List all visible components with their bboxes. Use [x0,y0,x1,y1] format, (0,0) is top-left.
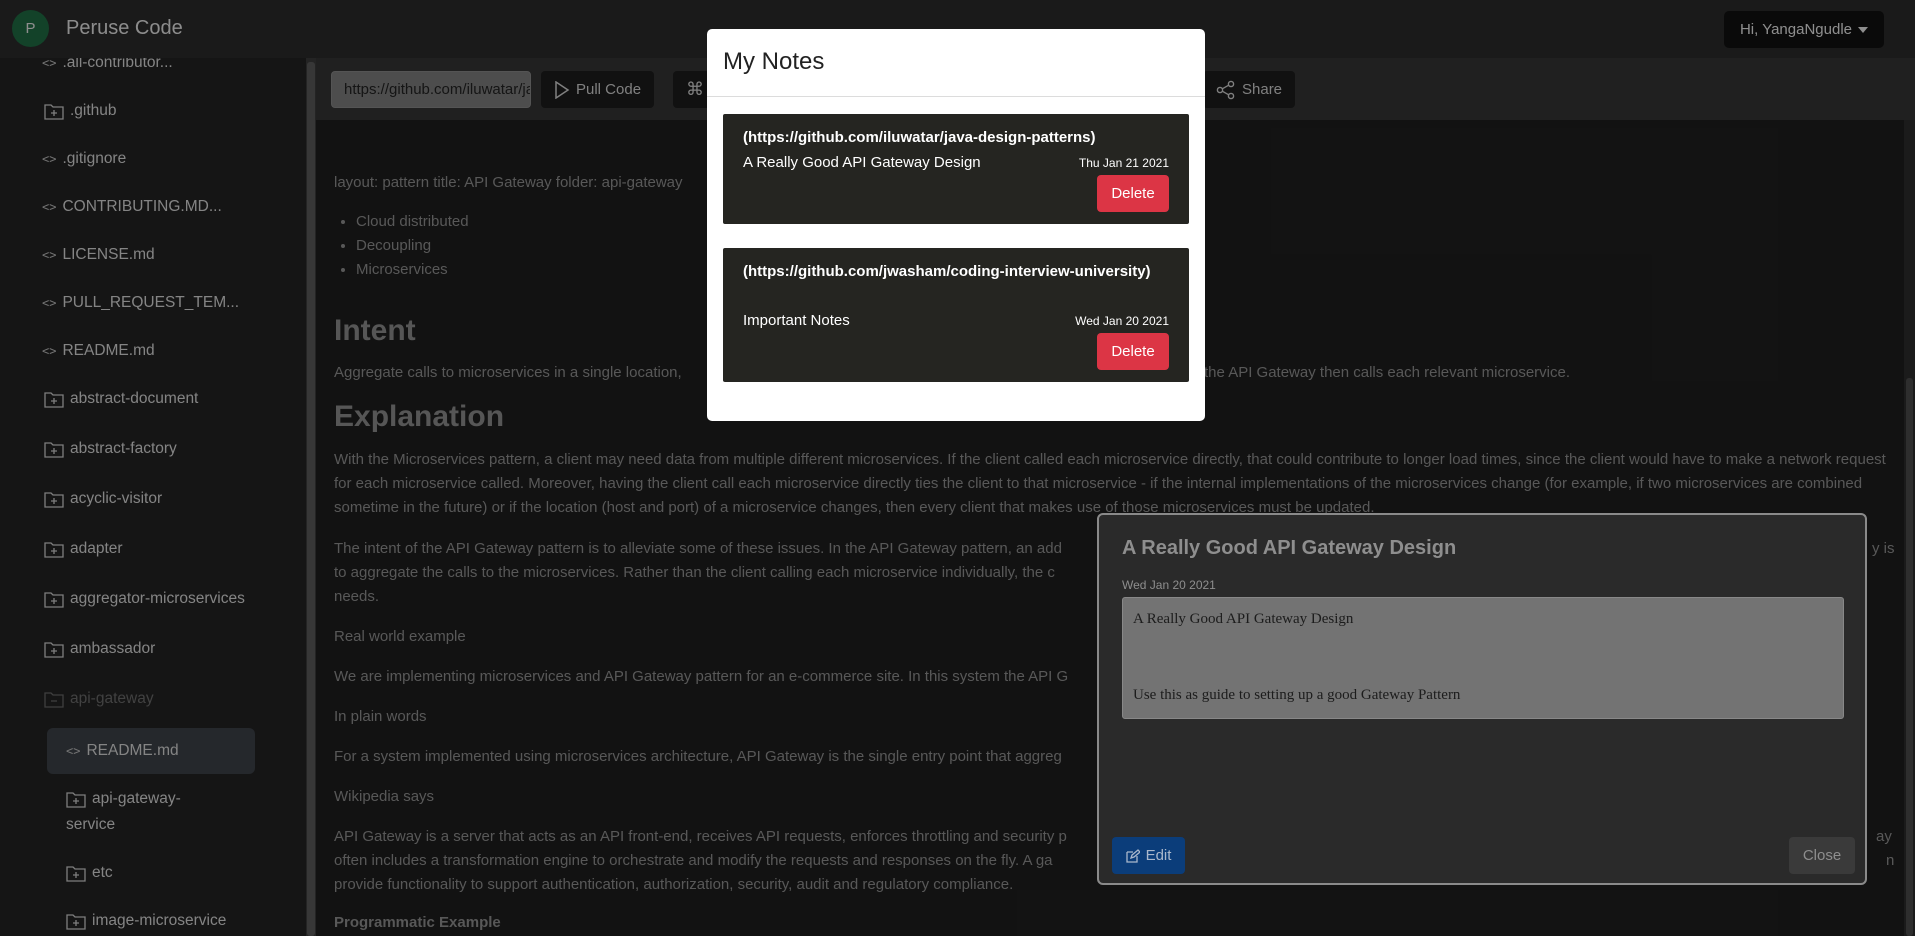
note-title: Important Notes [743,312,850,329]
edit-note-button[interactable]: Edit [1112,837,1185,874]
note-body-line: Use this as guide to setting up a good G… [1133,687,1461,703]
edit-icon [1125,848,1140,863]
note-repo-url[interactable]: (https://github.com/jwasham/coding-inter… [743,260,1163,284]
edit-label: Edit [1145,847,1172,864]
note-detail-title: A Really Good API Gateway Design [1122,537,1457,559]
close-button[interactable]: Close [1789,837,1855,874]
note-card[interactable]: (https://github.com/iluwatar/java-design… [723,114,1189,224]
note-title: A Really Good API Gateway Design [743,154,981,171]
modal-divider [707,96,1205,97]
modal-title: My Notes [723,48,825,75]
delete-note-button[interactable]: Delete [1097,333,1169,370]
note-detail-body: A Really Good API Gateway Design Use thi… [1122,597,1844,719]
note-body-line: A Really Good API Gateway Design [1133,611,1354,627]
note-date: Wed Jan 20 2021 [1075,314,1169,328]
note-card[interactable]: (https://github.com/jwasham/coding-inter… [723,248,1189,382]
note-detail-panel: A Really Good API Gateway Design Wed Jan… [1097,513,1867,885]
my-notes-modal: My Notes (https://github.com/iluwatar/ja… [707,29,1205,421]
note-repo-url[interactable]: (https://github.com/iluwatar/java-design… [743,126,1163,150]
note-detail-date: Wed Jan 20 2021 [1122,578,1216,592]
delete-note-button[interactable]: Delete [1097,175,1169,212]
note-date: Thu Jan 21 2021 [1078,156,1169,170]
